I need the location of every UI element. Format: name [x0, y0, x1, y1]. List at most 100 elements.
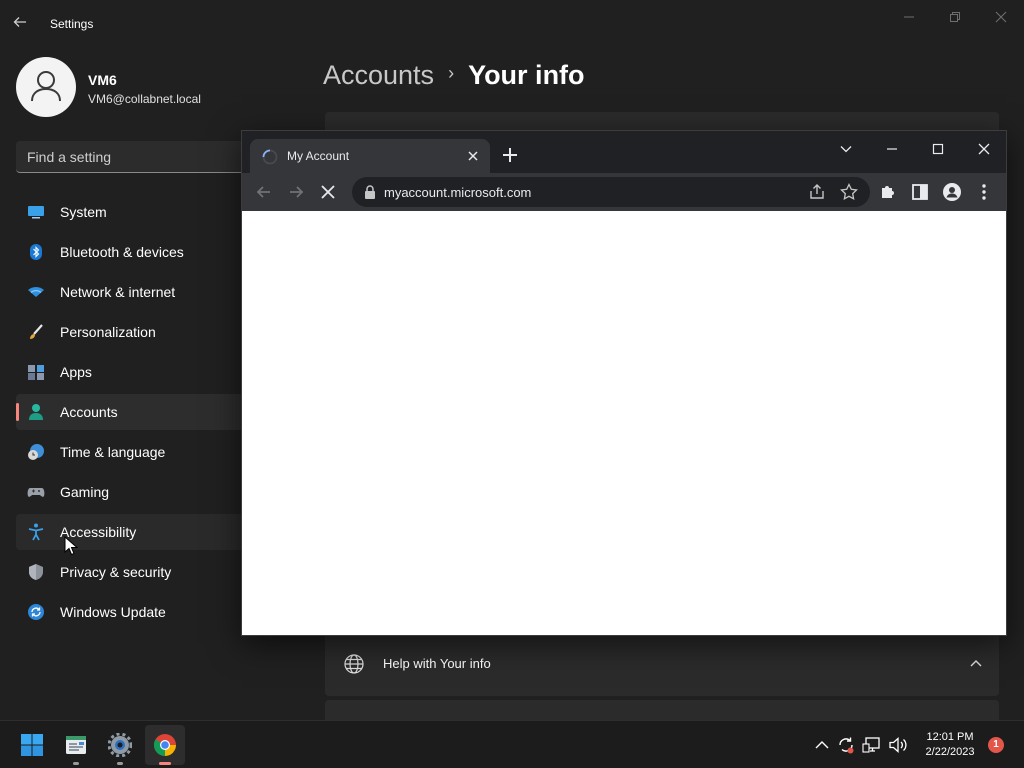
browser-toolbar: myaccount.microsoft.com: [242, 173, 1006, 211]
search-input[interactable]: Find a setting: [16, 141, 256, 173]
share-icon[interactable]: [808, 183, 826, 201]
taskbar-app-notepad[interactable]: [56, 725, 96, 765]
back-button[interactable]: [12, 14, 36, 34]
user-email: VM6@collabnet.local: [88, 92, 201, 106]
sidebar-item-accessibility[interactable]: Accessibility: [16, 514, 256, 550]
bookmark-star-icon[interactable]: [840, 183, 858, 201]
help-section-header[interactable]: Help with Your info: [325, 634, 999, 696]
app-title: Settings: [50, 17, 94, 31]
back-arrow-icon[interactable]: [254, 182, 274, 202]
sidebar-item-label: Accounts: [60, 404, 118, 420]
tab-strip: My Account: [242, 131, 1006, 173]
system-clock[interactable]: 12:01 PM 2/22/2023: [918, 730, 982, 760]
gamepad-icon: [27, 488, 45, 497]
active-indicator: [16, 403, 19, 421]
mouse-cursor-icon: [64, 536, 78, 556]
close-button[interactable]: [978, 6, 1024, 28]
extensions-icon[interactable]: [878, 182, 898, 202]
lock-icon[interactable]: [364, 185, 376, 199]
sidebar-item-label: Apps: [60, 364, 92, 380]
notification-badge[interactable]: 1: [988, 737, 1004, 753]
gear-icon: [108, 733, 132, 757]
browser-tab[interactable]: My Account: [250, 139, 490, 173]
active-app-indicator: [159, 762, 171, 765]
network-icon[interactable]: [862, 735, 882, 755]
sidebar-item-accounts[interactable]: Accounts: [16, 394, 256, 430]
sidebar-item-label: Windows Update: [60, 604, 166, 620]
stop-loading-icon[interactable]: [318, 182, 338, 202]
shield-icon: [29, 564, 43, 580]
sidebar-item-label: Bluetooth & devices: [60, 244, 184, 260]
bluetooth-icon: [30, 244, 42, 260]
maximize-icon: [932, 143, 944, 155]
breadcrumb-parent[interactable]: Accounts: [323, 60, 434, 90]
close-icon: [978, 143, 990, 155]
sidebar-item-gaming[interactable]: Gaming: [16, 474, 256, 510]
loading-spinner-icon: [262, 149, 278, 165]
minimize-button[interactable]: [886, 6, 932, 28]
breadcrumb: Accounts › Your info: [323, 60, 585, 91]
sidebar-item-label: Time & language: [60, 444, 166, 460]
clock-time: 12:01 PM: [926, 731, 974, 743]
clock-globe-icon: [28, 444, 44, 460]
sidebar-item-system[interactable]: System: [16, 194, 256, 230]
start-button[interactable]: [12, 725, 52, 765]
clock-date: 2/22/2023: [925, 746, 975, 758]
chrome-icon: [154, 734, 176, 756]
taskbar-app-chrome[interactable]: [145, 725, 185, 765]
side-panel-icon[interactable]: [910, 182, 930, 202]
help-section-label: Help with Your info: [383, 656, 491, 671]
sidebar-item-apps[interactable]: Apps: [16, 354, 256, 390]
browser-window: My Account myaccount.microsoft.com: [241, 130, 1007, 636]
settings-card: [325, 700, 999, 720]
person-icon: [29, 404, 43, 420]
more-menu-icon[interactable]: [974, 182, 994, 202]
running-indicator: [117, 762, 123, 765]
settings-titlebar: Settings: [0, 0, 1024, 48]
windows-logo-icon: [21, 734, 43, 756]
user-name: VM6: [88, 72, 117, 88]
taskbar-app-settings[interactable]: [100, 725, 140, 765]
sidebar-item-label: Gaming: [60, 484, 110, 500]
address-bar[interactable]: myaccount.microsoft.com: [352, 177, 870, 207]
taskbar: 12:01 PM 2/22/2023 1: [0, 720, 1024, 768]
url-text: myaccount.microsoft.com: [384, 185, 532, 200]
minimize-icon: [904, 16, 914, 18]
sidebar-nav: System Bluetooth & devices Network & int…: [16, 194, 256, 634]
search-placeholder: Find a setting: [27, 149, 112, 165]
page-content-area[interactable]: [242, 211, 1006, 635]
chevron-up-icon: [970, 660, 982, 667]
accessibility-icon: [28, 523, 44, 541]
apps-icon: [28, 365, 44, 380]
volume-icon[interactable]: [888, 735, 908, 755]
minimize-icon: [887, 148, 897, 150]
new-tab-icon[interactable]: [500, 145, 520, 165]
close-icon: [995, 11, 1007, 23]
monitor-icon: [28, 206, 44, 219]
wifi-icon: [28, 287, 44, 297]
restore-button[interactable]: [932, 6, 978, 28]
sidebar-item-personalization[interactable]: Personalization: [16, 314, 256, 350]
breadcrumb-separator: ›: [448, 63, 455, 83]
sidebar-item-windows-update[interactable]: Windows Update: [16, 594, 256, 630]
forward-arrow-icon[interactable]: [286, 182, 306, 202]
sidebar-item-label: Personalization: [60, 324, 156, 340]
globe-icon: [344, 654, 364, 674]
browser-close-button[interactable]: [964, 135, 1004, 163]
sidebar-item-label: Network & internet: [60, 284, 176, 300]
sidebar-item-time-language[interactable]: Time & language: [16, 434, 256, 470]
sidebar-item-label: System: [60, 204, 107, 220]
sidebar-item-network[interactable]: Network & internet: [16, 274, 256, 310]
browser-minimize-button[interactable]: [872, 135, 912, 163]
browser-maximize-button[interactable]: [918, 135, 958, 163]
update-icon: [28, 604, 44, 620]
sync-alert-icon[interactable]: [836, 735, 856, 755]
sidebar-item-bluetooth[interactable]: Bluetooth & devices: [16, 234, 256, 270]
tab-close-icon[interactable]: [466, 149, 480, 163]
sidebar-item-privacy-security[interactable]: Privacy & security: [16, 554, 256, 590]
tab-search-button[interactable]: [826, 135, 866, 163]
chevron-up-icon[interactable]: [812, 735, 832, 755]
notepad-icon: [66, 736, 86, 754]
profile-icon[interactable]: [942, 182, 962, 202]
running-indicator: [73, 762, 79, 765]
